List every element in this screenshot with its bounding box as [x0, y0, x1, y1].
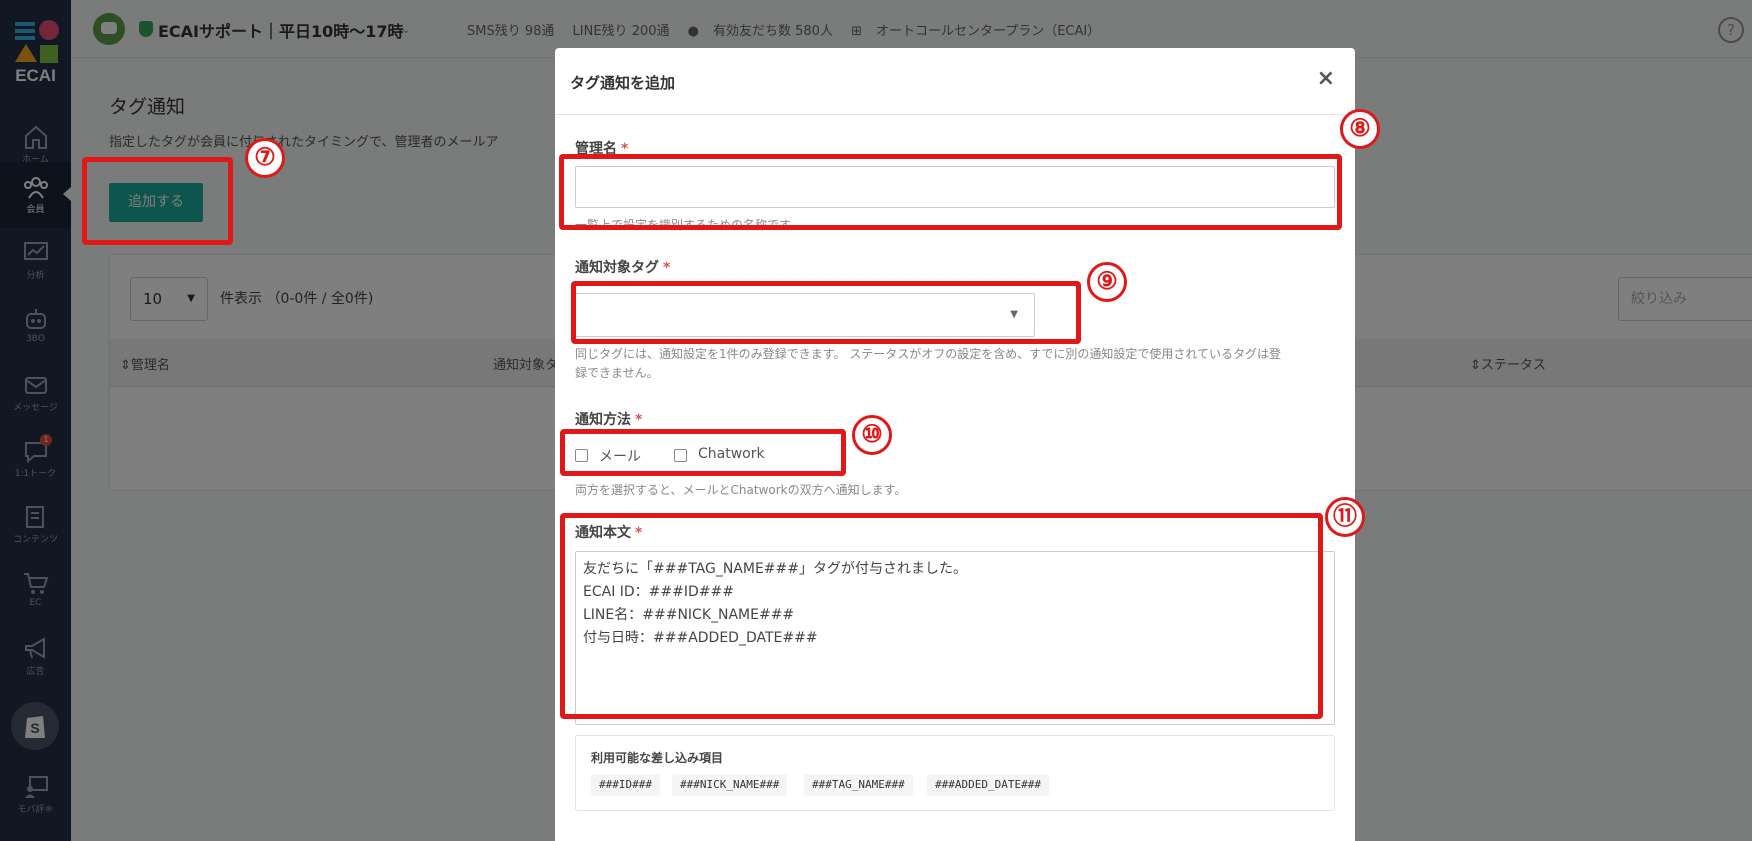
variable-chip[interactable]: ###ADDED_DATE###: [927, 774, 1049, 796]
tag-label: 通知対象タグ *: [575, 260, 671, 276]
annotation-number-7: ⑦: [245, 138, 285, 178]
modal-title: タグ通知を追加: [570, 74, 676, 92]
annotation-number-8: ⑧: [1340, 109, 1380, 149]
variables-title: 利用可能な差し込み項目: [591, 751, 724, 765]
variable-chip[interactable]: ###NICK_NAME###: [672, 774, 788, 796]
variable-chip[interactable]: ###ID###: [591, 774, 660, 796]
annotation-box-7: [82, 157, 233, 245]
tag-help: 同じタグには、通知設定を1件のみ登録できます。 ステータスがオフの設定を含め、す…: [575, 347, 1282, 380]
annotation-box-11: [560, 513, 1323, 719]
annotation-box-10: [560, 429, 846, 476]
method-label: 通知方法 *: [575, 412, 643, 428]
annotation-box-9: [571, 281, 1081, 344]
annotation-box-8: [559, 154, 1342, 230]
variable-chip[interactable]: ###TAG_NAME###: [804, 774, 913, 796]
modal-header: タグ通知を追加 ×: [555, 48, 1355, 115]
close-icon[interactable]: ×: [1317, 66, 1335, 91]
annotation-number-9: ⑨: [1087, 262, 1127, 302]
method-help: 両方を選択すると、メールとChatworkの双方へ通知します。: [575, 483, 907, 497]
annotation-number-10: ⑩: [852, 415, 892, 455]
annotation-number-11: ⑪: [1325, 497, 1365, 537]
available-variables: 利用可能な差し込み項目 ###ID### ###NICK_NAME### ###…: [575, 735, 1335, 811]
